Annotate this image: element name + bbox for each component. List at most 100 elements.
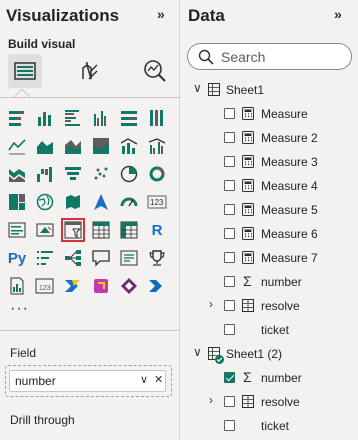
field-checkbox[interactable] — [224, 156, 235, 167]
line-and-stacked-column-icon[interactable] — [117, 134, 141, 158]
field-item[interactable]: ticket — [181, 318, 358, 342]
field-item[interactable]: Measure — [181, 102, 358, 126]
field-checkbox-checked[interactable] — [224, 372, 235, 383]
field-checkbox[interactable] — [224, 300, 235, 311]
calculator-icon — [242, 131, 254, 144]
slicer-icon[interactable] — [61, 218, 85, 242]
card-icon[interactable]: 123 — [145, 190, 169, 214]
svg-text:123: 123 — [39, 285, 51, 292]
map-icon[interactable] — [33, 190, 57, 214]
stacked-bar-chart-icon[interactable] — [5, 106, 29, 130]
chevron-down-icon[interactable]: ∨ — [140, 373, 148, 386]
build-visual-icon — [14, 62, 36, 80]
field-checkbox[interactable] — [224, 252, 235, 263]
analytics-tab[interactable] — [138, 54, 172, 88]
decomposition-tree-icon[interactable] — [61, 246, 85, 270]
power-automate-chevron-icon[interactable] — [145, 274, 169, 298]
goals-trophy-icon[interactable] — [145, 246, 169, 270]
key-influencers-icon[interactable] — [33, 246, 57, 270]
qna-icon[interactable] — [89, 246, 113, 270]
100-stacked-area-icon[interactable] — [89, 134, 113, 158]
field-well[interactable]: number ∨ ✕ — [5, 365, 172, 397]
python-visual-icon[interactable]: Py — [5, 246, 29, 270]
field-checkbox[interactable] — [224, 108, 235, 119]
table-node[interactable]: ∨ Sheet1 — [181, 78, 358, 102]
smart-narrative-icon[interactable] — [117, 246, 141, 270]
chevron-down-icon[interactable]: ∨ — [193, 345, 202, 359]
build-visual-tab[interactable] — [8, 54, 42, 88]
power-apps-icon[interactable] — [89, 274, 113, 298]
field-item[interactable]: Σ number — [181, 366, 358, 390]
chevron-right-icon[interactable]: › — [209, 297, 213, 311]
paginated-report-icon[interactable] — [5, 274, 29, 298]
field-checkbox[interactable] — [224, 204, 235, 215]
drill-through-label: Drill through — [10, 413, 75, 427]
field-item[interactable]: Σ number — [181, 270, 358, 294]
multi-row-card-icon[interactable] — [5, 218, 29, 242]
table-icon[interactable] — [89, 218, 113, 242]
waterfall-chart-icon[interactable] — [33, 162, 57, 186]
format-brush-icon — [82, 62, 98, 80]
kpi-icon[interactable] — [33, 218, 57, 242]
table-icon — [208, 83, 220, 96]
field-item[interactable]: Measure 7 — [181, 246, 358, 270]
field-name: Measure 4 — [261, 179, 318, 193]
field-checkbox[interactable] — [224, 324, 235, 335]
field-item[interactable]: Measure 5 — [181, 198, 358, 222]
field-checkbox[interactable] — [224, 396, 235, 407]
format-visual-tab[interactable] — [72, 54, 106, 88]
paginated-card-icon[interactable]: 123 — [33, 274, 57, 298]
field-pill[interactable]: number ∨ ✕ — [9, 370, 166, 392]
table-icon — [242, 299, 254, 312]
donut-chart-icon[interactable] — [145, 162, 169, 186]
100-stacked-column-icon[interactable] — [145, 106, 169, 130]
field-name: Measure 3 — [261, 155, 318, 169]
field-checkbox[interactable] — [224, 276, 235, 287]
field-checkbox[interactable] — [224, 180, 235, 191]
search-input[interactable]: Search — [187, 43, 352, 70]
clustered-bar-chart-icon[interactable] — [61, 106, 85, 130]
line-chart-icon[interactable] — [5, 134, 29, 158]
remove-field-icon[interactable]: ✕ — [154, 373, 163, 386]
chevron-down-icon[interactable]: ∨ — [193, 81, 202, 95]
stacked-area-chart-icon[interactable] — [61, 134, 85, 158]
scatter-chart-icon[interactable] — [89, 162, 113, 186]
search-placeholder: Search — [221, 49, 266, 65]
field-item[interactable]: Measure 6 — [181, 222, 358, 246]
power-apps-diamond-icon[interactable] — [117, 274, 141, 298]
filled-map-icon[interactable] — [61, 190, 85, 214]
r-script-visual-icon[interactable]: R — [145, 218, 169, 242]
table-name: Sheet1 — [226, 83, 265, 97]
power-automate-icon[interactable] — [61, 274, 85, 298]
stacked-column-chart-icon[interactable] — [33, 106, 57, 130]
analytics-magnifier-icon — [144, 60, 166, 82]
clustered-column-chart-icon[interactable] — [89, 106, 113, 130]
field-item[interactable]: Measure 4 — [181, 174, 358, 198]
field-item[interactable]: ticket — [181, 414, 358, 438]
sigma-icon: Σ — [243, 369, 252, 385]
field-item[interactable]: Measure 3 — [181, 150, 358, 174]
field-item[interactable]: Measure 2 — [181, 126, 358, 150]
chevron-right-icon[interactable]: › — [209, 393, 213, 407]
table-node[interactable]: ∨ Sheet1 (2) — [181, 342, 358, 366]
field-name: ticket — [261, 419, 290, 433]
funnel-chart-icon[interactable] — [61, 162, 85, 186]
treemap-icon[interactable] — [5, 190, 29, 214]
field-item[interactable]: › resolve — [181, 294, 358, 318]
matrix-icon[interactable] — [117, 218, 141, 242]
field-checkbox[interactable] — [224, 228, 235, 239]
field-name: Measure 6 — [261, 227, 318, 241]
azure-map-icon[interactable] — [89, 190, 113, 214]
line-and-clustered-column-icon[interactable] — [145, 134, 169, 158]
field-item[interactable]: › resolve — [181, 390, 358, 414]
more-visuals-icon[interactable]: ··· — [10, 300, 29, 318]
ribbon-chart-icon[interactable] — [5, 162, 29, 186]
field-checkbox[interactable] — [224, 420, 235, 431]
gauge-icon[interactable] — [117, 190, 141, 214]
collapse-visualizations-icon[interactable]: » — [157, 6, 165, 22]
field-checkbox[interactable] — [224, 132, 235, 143]
100-stacked-bar-icon[interactable] — [117, 106, 141, 130]
collapse-data-icon[interactable]: » — [334, 6, 342, 22]
pie-chart-icon[interactable] — [117, 162, 141, 186]
area-chart-icon[interactable] — [33, 134, 57, 158]
